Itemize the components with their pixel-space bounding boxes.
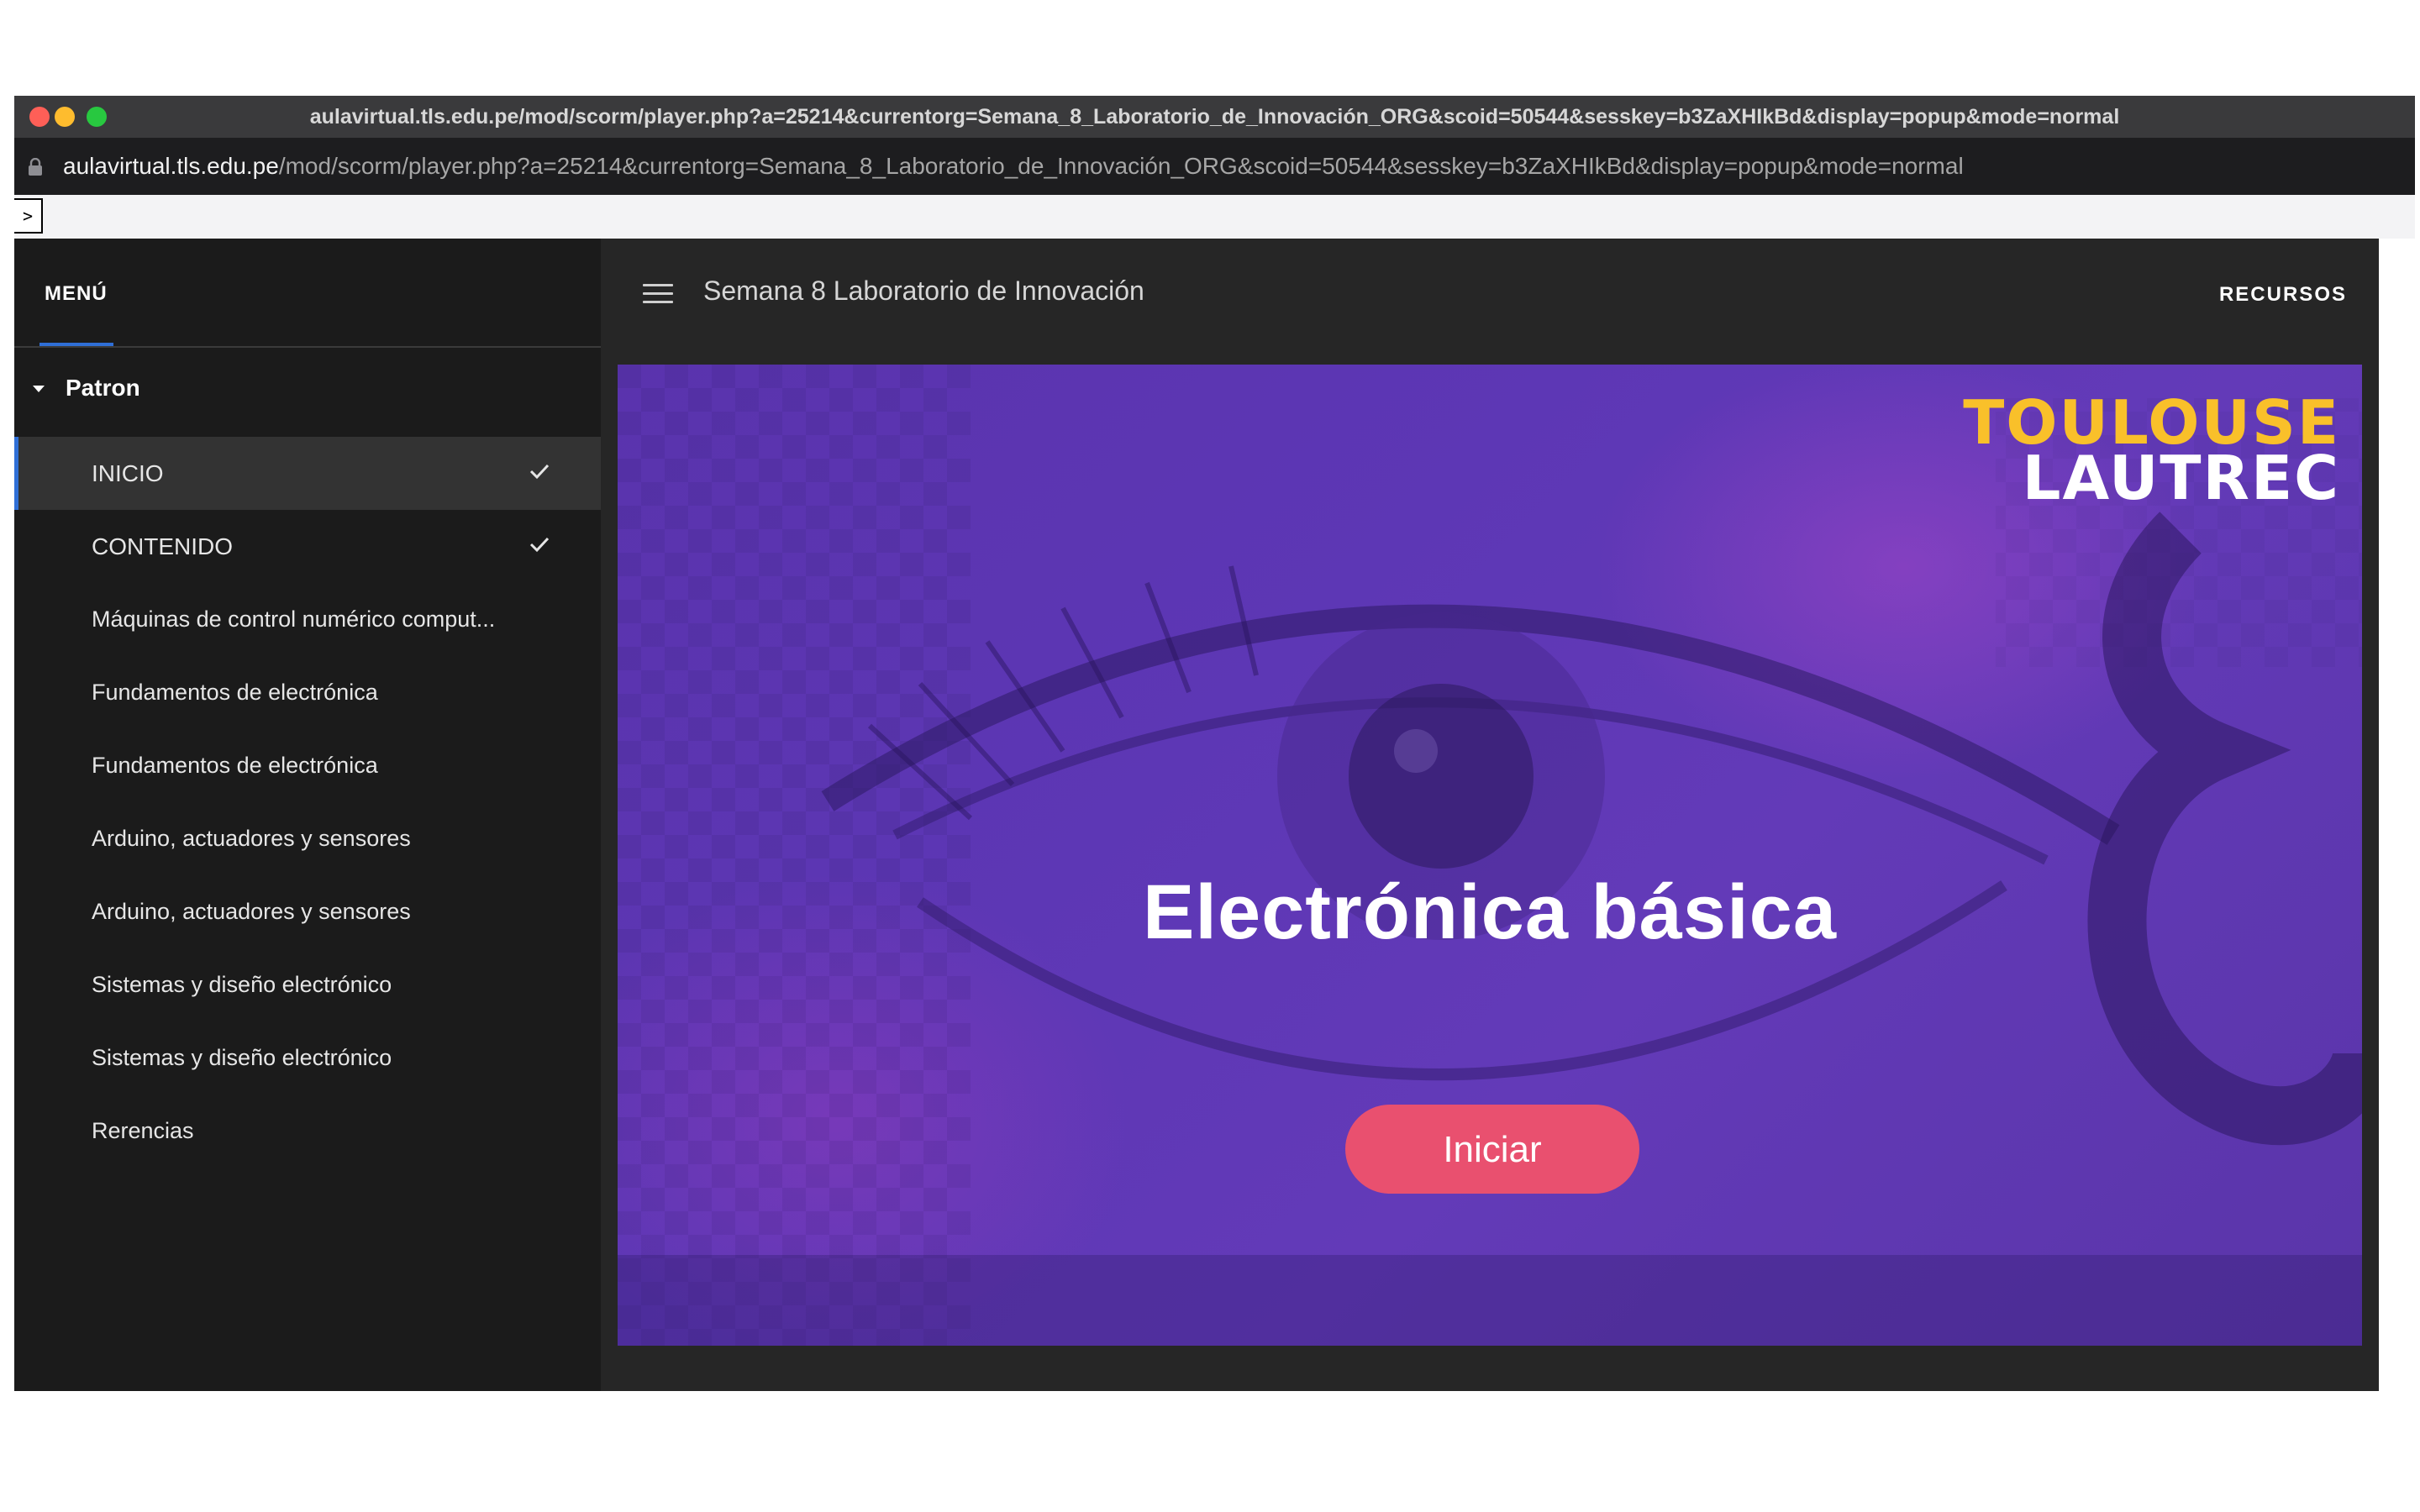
- sidebar-item-arduino-1[interactable]: Arduino, actuadores y sensores: [14, 802, 601, 875]
- sidebar-item-label: Máquinas de control numérico comput...: [92, 606, 496, 632]
- sidebar-item-label: INICIO: [92, 460, 164, 486]
- menu-tab-indicator: [39, 343, 113, 346]
- main-content: Semana 8 Laboratorio de Innovación RECUR…: [601, 239, 2379, 1391]
- sidebar-header: MENÚ: [14, 239, 601, 348]
- sidebar-item-label: CONTENIDO: [92, 533, 233, 559]
- nav-list: INICIO CONTENIDO Máquinas de control num…: [14, 437, 601, 1168]
- sidebar-item-sistemas-2[interactable]: Sistemas y diseño electrónico: [14, 1021, 601, 1095]
- sidebar-item-label: Sistemas y diseño electrónico: [92, 972, 392, 997]
- url-path: /mod/scorm/player.php?a=25214&currentorg…: [278, 153, 1964, 179]
- toulouse-lautrec-logo: TOULOUSE LAUTREC: [1963, 392, 2340, 513]
- check-icon: [529, 537, 550, 553]
- scorm-player: MENÚ Patron INICIO CONTENIDO Máquinas de…: [14, 239, 2379, 1391]
- check-icon: [529, 464, 550, 480]
- sidebar-item-label: Arduino, actuadores y sensores: [92, 899, 411, 924]
- sidebar-item-sistemas-1[interactable]: Sistemas y diseño electrónico: [14, 948, 601, 1021]
- sidebar: MENÚ Patron INICIO CONTENIDO Máquinas de…: [14, 239, 602, 1391]
- hero-banner: TOULOUSE LAUTREC Electrónica básica Inic…: [618, 365, 2362, 1346]
- sidebar-item-fundamentos-2[interactable]: Fundamentos de electrónica: [14, 729, 601, 802]
- window-titlebar: aulavirtual.tls.edu.pe/mod/scorm/player.…: [14, 96, 2415, 138]
- sidebar-item-label: Rerencias: [92, 1118, 194, 1143]
- window-title: aulavirtual.tls.edu.pe/mod/scorm/player.…: [309, 105, 2120, 129]
- sidebar-item-contenido[interactable]: CONTENIDO: [14, 510, 601, 583]
- caret-down-icon: [33, 386, 45, 392]
- hero-title: Electrónica básica: [1143, 869, 1837, 955]
- sidebar-item-arduino-2[interactable]: Arduino, actuadores y sensores: [14, 875, 601, 948]
- start-button[interactable]: Iniciar: [1345, 1105, 1639, 1194]
- sidebar-item-label: Fundamentos de electrónica: [92, 753, 378, 778]
- sidebar-item-referencias[interactable]: Rerencias: [14, 1095, 601, 1168]
- url-host: aulavirtual.tls.edu.pe: [63, 153, 279, 179]
- sidebar-item-label: Sistemas y diseño electrónico: [92, 1045, 392, 1070]
- url-text[interactable]: aulavirtual.tls.edu.pe/mod/scorm/player.…: [63, 138, 1964, 195]
- section-toggle[interactable]: Patron: [14, 365, 601, 413]
- browser-window: aulavirtual.tls.edu.pe/mod/scorm/player.…: [14, 96, 2415, 1391]
- hamburger-menu-icon[interactable]: [643, 284, 673, 304]
- frame-toolbar: [14, 195, 2415, 239]
- address-bar[interactable]: aulavirtual.tls.edu.pe/mod/scorm/player.…: [14, 138, 2415, 195]
- menu-tab[interactable]: MENÚ: [45, 282, 108, 306]
- sidebar-item-fundamentos-1[interactable]: Fundamentos de electrónica: [14, 656, 601, 729]
- sidebar-item-inicio[interactable]: INICIO: [14, 437, 601, 510]
- section-label: Patron: [66, 375, 140, 401]
- sidebar-item-label: Arduino, actuadores y sensores: [92, 826, 411, 851]
- lock-icon: [29, 158, 42, 176]
- resources-button[interactable]: RECURSOS: [2219, 283, 2347, 307]
- course-title: Semana 8 Laboratorio de Innovación: [703, 276, 1144, 306]
- logo-line-2: LAUTREC: [2022, 443, 2340, 513]
- toggle-toc-button[interactable]: >: [14, 198, 43, 234]
- sidebar-item-maquinas-cnc[interactable]: Máquinas de control numérico comput...: [14, 583, 601, 656]
- sidebar-item-label: Fundamentos de electrónica: [92, 680, 378, 705]
